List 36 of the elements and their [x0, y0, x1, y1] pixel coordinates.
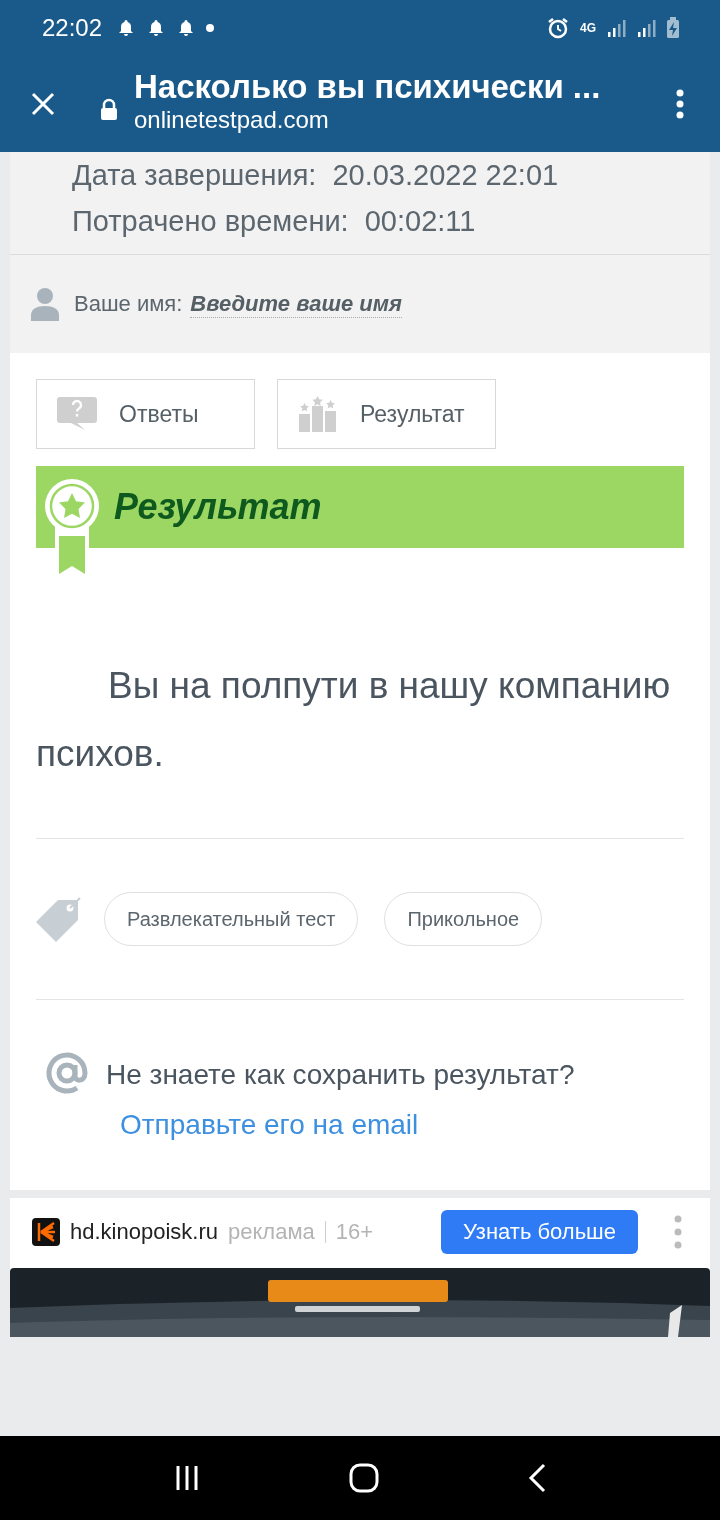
podium-icon	[298, 396, 338, 432]
back-button[interactable]	[526, 1463, 547, 1493]
ad-domain: hd.kinopoisk.ru	[70, 1219, 218, 1245]
page-title: Насколько вы психически ...	[134, 68, 602, 106]
info-label: Потрачено времени:	[72, 204, 349, 238]
question-bubble-icon	[57, 397, 97, 431]
more-icon	[676, 89, 684, 119]
kinopoisk-logo-icon	[32, 1218, 60, 1246]
age-rating: 16+	[335, 1219, 374, 1245]
section-button[interactable]: Результат	[277, 379, 496, 449]
page-url: onlinetestpad.com	[134, 106, 330, 134]
info-value: 00:02:11	[364, 204, 476, 238]
signal-icon	[606, 18, 626, 38]
result-heading: Результат	[114, 486, 322, 528]
info-value: 20.03.2022 22:01	[332, 158, 559, 192]
email-link[interactable]: Отправьте его на email	[120, 1109, 419, 1140]
user-icon	[30, 287, 60, 321]
close-icon	[30, 91, 56, 117]
lock-icon	[100, 98, 118, 120]
learn-more-button[interactable]: Узнать больше	[441, 1210, 638, 1254]
name-label: Ваше имя:	[74, 291, 183, 317]
dot-icon	[206, 24, 215, 32]
alarm-icon	[546, 16, 570, 40]
info-label: Дата завершения:	[72, 158, 317, 192]
status-time: 22:02	[42, 14, 103, 42]
battery-icon	[666, 17, 680, 39]
network-type: 4G	[580, 21, 596, 35]
section-button[interactable]: Ответы	[36, 379, 255, 449]
name-link[interactable]: Введите ваше имя	[190, 290, 402, 318]
signal-icon	[636, 18, 656, 38]
save-text: Не знаете как сохранить результат? Отправьте его на email	[106, 1058, 576, 1142]
tag-icon	[36, 896, 82, 942]
at-sign-icon	[44, 1050, 90, 1096]
home-button[interactable]	[348, 1462, 380, 1494]
result-text: Вы на полпути в нашу компанию психов.	[36, 664, 672, 776]
ad-label: реклама	[228, 1219, 315, 1245]
